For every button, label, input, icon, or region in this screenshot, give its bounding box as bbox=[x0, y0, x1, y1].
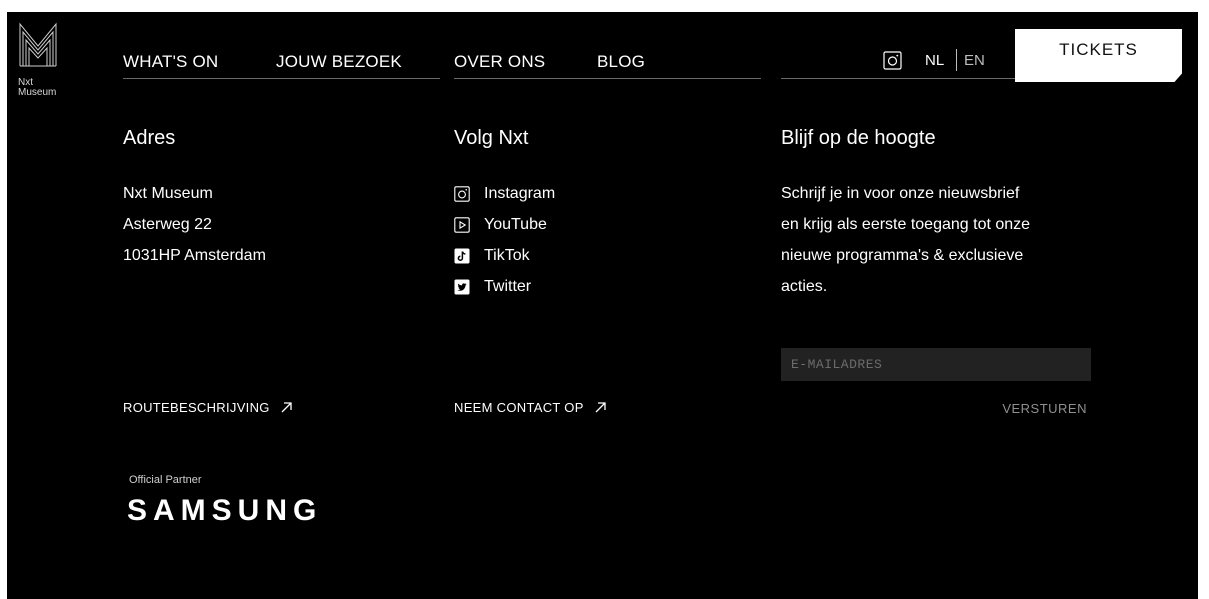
nav-over-ons[interactable]: OVER ONS bbox=[454, 52, 545, 72]
arrow-up-right-icon bbox=[595, 402, 606, 413]
samsung-logo[interactable]: SAMSUNG bbox=[127, 494, 322, 528]
email-input[interactable] bbox=[781, 348, 1091, 381]
address-block: Nxt Museum Asterweg 22 1031HP Amsterdam bbox=[123, 178, 266, 271]
newsletter-line-3: nieuwe programma's & exclusieve bbox=[781, 247, 1024, 264]
logo-wordmark: Nxt Museum bbox=[18, 78, 56, 98]
social-list: Instagram YouTube TikTok Twitter bbox=[454, 178, 555, 302]
newsletter-line-1: Schrijf je in voor onze nieuwsbrief bbox=[781, 185, 1020, 202]
logo-line-museum: Museum bbox=[18, 87, 57, 98]
arrow-up-right-icon bbox=[281, 402, 292, 413]
header-instagram-icon[interactable] bbox=[883, 51, 902, 70]
tickets-button[interactable]: TICKETS bbox=[1015, 29, 1182, 82]
nav-divider-right bbox=[781, 78, 1015, 79]
contact-link-label: NEEM CONTACT OP bbox=[454, 400, 584, 415]
nxt-logo-icon bbox=[19, 22, 57, 67]
social-instagram-label: Instagram bbox=[484, 184, 556, 202]
language-nl[interactable]: NL bbox=[925, 52, 944, 69]
youtube-icon bbox=[454, 216, 470, 233]
address-line-name: Nxt Museum bbox=[123, 185, 213, 202]
newsletter-heading: Blijf op de hoogte bbox=[781, 127, 936, 149]
newsletter-description: Schrijf je in voor onze nieuwsbrief en k… bbox=[781, 178, 1030, 302]
tiktok-icon bbox=[454, 248, 470, 263]
social-tiktok-link[interactable]: TikTok bbox=[454, 240, 555, 271]
social-youtube-link[interactable]: YouTube bbox=[454, 209, 555, 240]
nav-blog[interactable]: BLOG bbox=[597, 52, 645, 72]
newsletter-line-4: acties. bbox=[781, 278, 828, 295]
nav-divider-left bbox=[123, 78, 440, 79]
partner-label: Official Partner bbox=[129, 474, 202, 486]
route-link[interactable]: ROUTEBESCHRIJVING bbox=[123, 400, 293, 415]
nxt-museum-logo[interactable] bbox=[18, 20, 58, 68]
instagram-icon bbox=[883, 51, 902, 70]
contact-link[interactable]: NEEM CONTACT OP bbox=[454, 400, 607, 415]
site-footer-frame: Nxt Museum WHAT'S ON JOUW BEZOEK OVER ON… bbox=[7, 12, 1198, 599]
instagram-icon bbox=[454, 185, 470, 202]
address-line-city: 1031HP Amsterdam bbox=[123, 247, 266, 264]
social-tiktok-label: TikTok bbox=[484, 246, 530, 264]
social-twitter-link[interactable]: Twitter bbox=[454, 271, 555, 302]
language-separator bbox=[956, 49, 957, 71]
submit-button[interactable]: VERSTUREN bbox=[989, 401, 1087, 416]
social-youtube-label: YouTube bbox=[484, 215, 547, 233]
route-link-label: ROUTEBESCHRIJVING bbox=[123, 400, 270, 415]
social-instagram-link[interactable]: Instagram bbox=[454, 178, 555, 209]
language-en[interactable]: EN bbox=[964, 52, 985, 69]
address-heading: Adres bbox=[123, 127, 176, 149]
nav-whats-on[interactable]: WHAT'S ON bbox=[123, 52, 218, 72]
newsletter-line-2: en krijg als eerste toegang tot onze bbox=[781, 216, 1031, 233]
nav-jouw-bezoek[interactable]: JOUW BEZOEK bbox=[276, 52, 402, 72]
twitter-icon bbox=[454, 279, 470, 294]
social-heading: Volg Nxt bbox=[454, 127, 529, 149]
address-line-street: Asterweg 22 bbox=[123, 216, 212, 233]
nav-divider-middle bbox=[454, 78, 761, 79]
social-twitter-label: Twitter bbox=[484, 277, 532, 295]
